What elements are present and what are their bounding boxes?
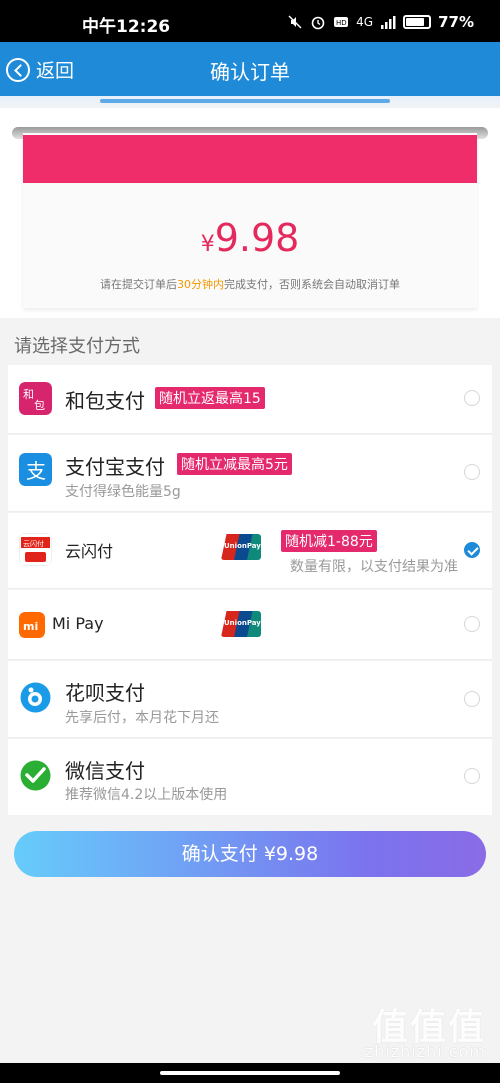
payment-option-unionpay-quickpass[interactable]: 云闪付 云闪付 UnionPay 银联 随机减1-88元 数量有限，以支付结果为…: [8, 513, 492, 589]
alarm-icon: [311, 16, 325, 30]
payment-option-hebao[interactable]: 和 包 和包支付 随机立返最高15: [8, 365, 492, 434]
confirm-pay-button[interactable]: 确认支付 ¥9.98: [14, 831, 486, 877]
radio-unselected[interactable]: [464, 768, 480, 784]
payment-deadline-notice: 请在提交订单后30分钟内完成支付，否则系统会自动取消订单: [0, 276, 500, 292]
order-price: ¥9.98: [0, 216, 500, 260]
payment-option-wechat[interactable]: 微信支付 推荐微信4.2以上版本使用: [8, 739, 492, 815]
svg-text:和: 和: [23, 388, 34, 401]
hebao-icon: 和 包: [19, 382, 52, 415]
svg-text:包: 包: [34, 399, 45, 412]
method-name: 微信支付: [65, 759, 145, 783]
promo-tag: 随机减1-88元: [281, 530, 377, 552]
svg-text:支: 支: [26, 459, 46, 483]
battery-percent: 77%: [438, 13, 474, 31]
unionpay-quickpass-icon: 云闪付: [19, 533, 52, 566]
status-time: 中午12:26: [82, 17, 171, 37]
method-subtitle: 数量有限，以支付结果为准: [290, 559, 458, 575]
signal-icon: [381, 16, 396, 29]
currency-symbol: ¥: [200, 232, 215, 257]
radio-selected[interactable]: [464, 542, 480, 558]
radio-unselected[interactable]: [464, 390, 480, 406]
network-type: 4G: [356, 15, 374, 29]
alipay-icon: 支: [19, 453, 52, 486]
method-name: 和包支付: [65, 389, 145, 413]
payment-option-mipay[interactable]: mi Mi Pay UnionPay 银联: [8, 590, 492, 660]
method-name: 云闪付: [65, 542, 114, 561]
nav-bar: 返回 确认订单: [0, 42, 500, 96]
payment-option-alipay[interactable]: 支 支付宝支付 随机立减最高5元 支付得绿色能量5g: [8, 435, 492, 512]
radio-unselected[interactable]: [464, 616, 480, 632]
svg-text:HD: HD: [336, 19, 347, 27]
product-name-redacted: [23, 135, 477, 183]
unionpay-logo: UnionPay 银联: [221, 534, 261, 560]
method-name: 支付宝支付: [65, 455, 165, 479]
page-title: 确认订单: [210, 60, 290, 84]
method-subtitle: 支付得绿色能量5g: [65, 484, 181, 500]
wechat-icon: [20, 760, 51, 791]
mute-icon: [288, 15, 302, 29]
payment-option-huabei[interactable]: 花呗支付 先享后付，本月花下月还: [8, 661, 492, 738]
method-subtitle: 先享后付，本月花下月还: [65, 710, 219, 726]
mi-icon: mi: [19, 612, 45, 638]
payment-section-title: 请选择支付方式: [14, 336, 140, 357]
price-amount: 9.98: [214, 216, 300, 260]
home-indicator[interactable]: [0, 1063, 500, 1083]
notice-text-pre: 请在提交订单后: [100, 278, 177, 291]
status-bar: 中午12:26 HD 4G 77%: [0, 0, 500, 42]
status-icons: HD 4G 77%: [287, 13, 474, 31]
notice-highlight: 30分钟内: [177, 278, 224, 291]
unionpay-logo-text: UnionPay 银联: [224, 619, 261, 627]
method-subtitle: 推荐微信4.2以上版本使用: [65, 787, 228, 803]
unionpay-logo: UnionPay 银联: [221, 611, 261, 637]
svg-text:mi: mi: [23, 620, 38, 633]
unionpay-logo-text: UnionPay 银联: [224, 542, 261, 550]
hd-icon: HD: [334, 17, 349, 27]
notice-text-post: 完成支付，否则系统会自动取消订单: [224, 278, 400, 291]
battery-icon: [403, 15, 432, 29]
order-card: ¥9.98 请在提交订单后30分钟内完成支付，否则系统会自动取消订单: [0, 108, 500, 318]
huabei-icon: [20, 682, 51, 713]
svg-text:云闪付: 云闪付: [23, 539, 44, 548]
watermark-url: zhizhizhi.com: [364, 1042, 486, 1061]
method-name: 花呗支付: [65, 681, 145, 705]
promo-tag: 随机立减最高5元: [177, 453, 292, 475]
method-name: Mi Pay: [52, 614, 104, 633]
radio-unselected[interactable]: [464, 691, 480, 707]
radio-unselected[interactable]: [464, 464, 480, 480]
promo-tag: 随机立返最高15: [155, 387, 265, 409]
header-band: [0, 96, 500, 108]
